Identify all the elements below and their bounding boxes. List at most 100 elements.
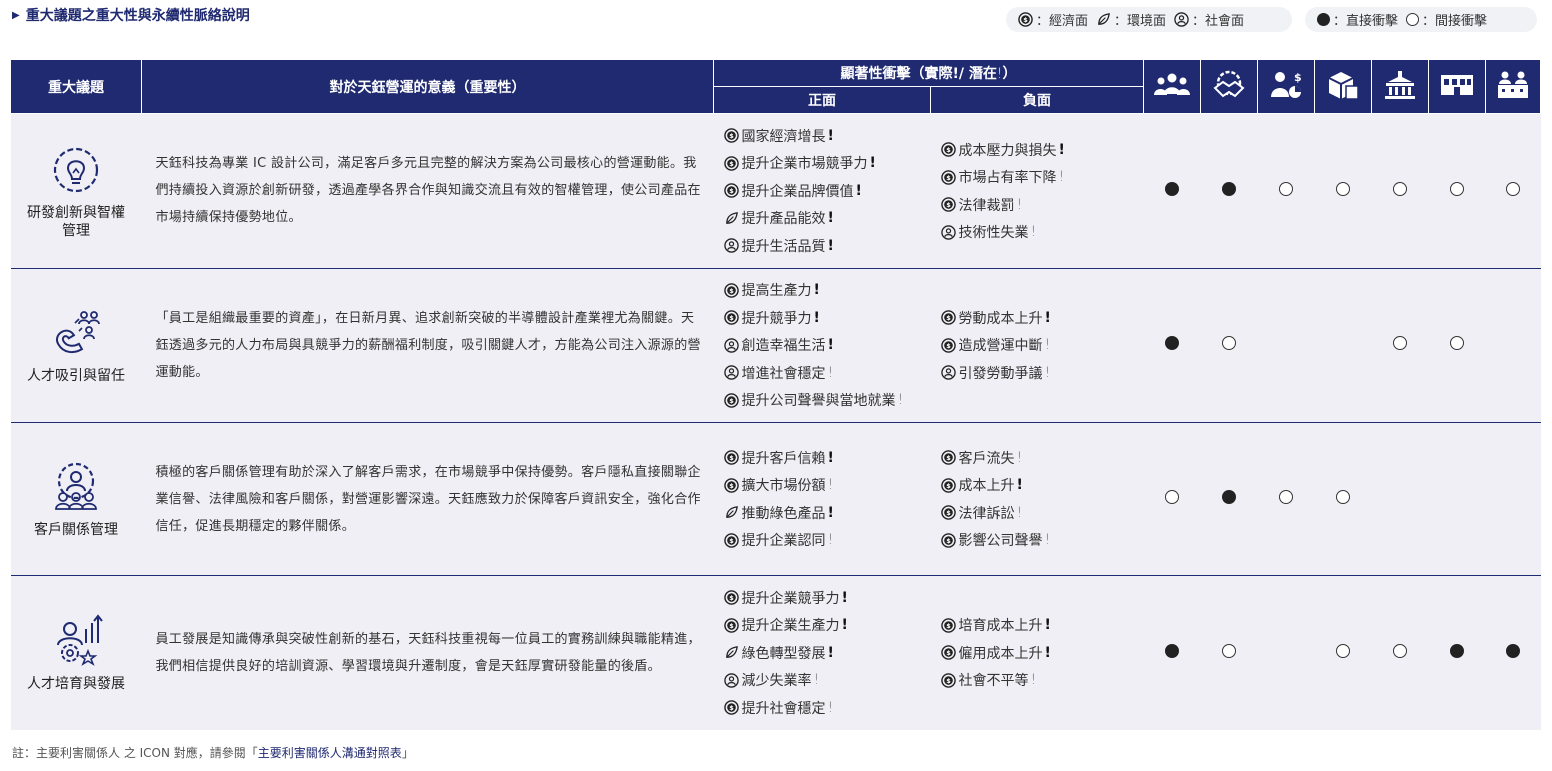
impact-text: 提升企業品牌價值 (741, 183, 854, 200)
impact-text: 提升客戶信賴 (741, 450, 826, 467)
filled-dot-icon (1317, 13, 1330, 26)
lightbulb-gear-icon (48, 142, 104, 198)
impact-text: 增進社會穩定 (741, 365, 826, 382)
stakeholder-impact-cell (1143, 113, 1201, 269)
issue-name: 人才培育與發展 (27, 675, 125, 692)
negative-impact-item: $ 成本壓力與損失! (940, 136, 1144, 164)
potential-impact-icon: ! (827, 364, 834, 381)
impact-text: 社會不平等 (958, 673, 1029, 690)
section-title: ▶ 重大議題之重大性與永續性脈絡說明 (12, 5, 250, 25)
dollar-circle-icon: $ (723, 590, 739, 606)
svg-text:$: $ (729, 537, 734, 545)
svg-text:$: $ (729, 187, 734, 195)
dollar-circle-icon: $ (723, 700, 739, 716)
header-negative: 負面 (929, 86, 1145, 114)
actual-impact-icon: ! (869, 155, 876, 172)
stakeholder-impact-cell (1485, 268, 1541, 423)
svg-text:$: $ (729, 594, 734, 602)
stakeholder-impact-cell (1257, 422, 1315, 576)
direct-impact-dot (1165, 181, 1180, 196)
positive-impact-cell: $ 國家經濟增長! $ 提升企業市場競爭力! $ 提升企業品牌價值! 提升產品能效! 提升生活… (713, 113, 931, 269)
stakeholder-impact-cell (1314, 268, 1372, 423)
leaf-icon (724, 211, 739, 226)
negative-impact-item: $ 社會不平等! (940, 667, 1144, 695)
negative-impact-item: $ 客戶流失! (940, 444, 1144, 472)
stakeholder-table-link[interactable]: 主要利害關係人溝通對照表 (258, 746, 402, 760)
indirect-impact-dot (1506, 181, 1521, 196)
negative-impact-cell: $ 成本壓力與損失! $ 市場占有率下降! $ 法律裁罰! 技術性失業! (930, 113, 1144, 269)
svg-text:$: $ (729, 704, 734, 712)
positive-impact-item: 增進社會穩定! (723, 359, 931, 387)
positive-impact-item: $ 提升客戶信賴! (723, 444, 931, 472)
indirect-impact-dot (1336, 181, 1351, 196)
stakeholder-government-icon (1371, 59, 1430, 114)
stakeholder-impact-cell (1428, 575, 1486, 730)
dollar-circle-icon: $ (940, 672, 956, 688)
stakeholder-impact-cell (1371, 113, 1429, 269)
triangle-bullet-icon: ▶ (12, 9, 20, 21)
dollar-circle-icon: $ (723, 477, 739, 493)
potential-impact-icon: ! (827, 532, 834, 549)
issue-cell: 人才吸引與留任 (10, 268, 142, 423)
issue-cell: 人才培育與發展 (10, 575, 142, 730)
positive-impact-item: 創造幸福生活! (723, 332, 931, 360)
positive-impact-item: $ 提升企業市場競爭力! (723, 150, 931, 178)
svg-text:$: $ (946, 482, 951, 490)
impact-text: 擴大市場份額 (741, 478, 826, 495)
impact-text: 減少失業率 (741, 673, 812, 690)
indirect-impact-dot (1450, 336, 1465, 351)
potential-impact-icon: ! (1016, 504, 1023, 521)
dollar-circle-icon: $ (940, 477, 956, 493)
svg-text:$: $ (729, 160, 734, 168)
stakeholder-impact-cell (1143, 422, 1201, 576)
stakeholder-impact-cell (1371, 268, 1429, 423)
stakeholder-customers-icon (1200, 59, 1259, 114)
impact-text: 提高生產力 (741, 283, 812, 300)
category-legend: $ ：經濟面 ：環境面 ：社會面 (1006, 7, 1292, 32)
leaf-icon (1096, 12, 1111, 27)
indirect-impact-dot (1450, 181, 1465, 196)
actual-impact-icon: ! (827, 337, 834, 354)
issue-row: 人才吸引與留任 「員工是組織最重要的資產」，在日新月異、追求創新突破的半導體設計產… (10, 268, 1541, 423)
impact-text: 法律裁罰 (958, 197, 1015, 214)
issue-cell: 客戶關係管理 (10, 422, 142, 576)
potential-impact-icon: ! (1058, 169, 1065, 185)
header-impact: 顯著性衝擊（實際!/ 潛在!） (712, 59, 1145, 87)
stakeholder-community-icon (1428, 59, 1487, 114)
impact-text: 創造幸福生活 (741, 338, 826, 355)
potential-impact-icon: ! (827, 699, 834, 716)
positive-impact-item: 推動綠色產品! (724, 499, 931, 527)
legend-category-item: ：社會面 (1174, 10, 1244, 29)
svg-text:$: $ (729, 454, 734, 462)
svg-text:$: $ (946, 537, 951, 545)
dollar-circle-icon: $ (940, 505, 956, 521)
direct-impact-dot (1165, 643, 1180, 658)
negative-impact-item: $ 市場占有率下降! (940, 163, 1144, 191)
stakeholder-impact-cell (1200, 422, 1258, 576)
indirect-impact-dot (1393, 643, 1408, 658)
legend-category-label: ：環境面 (1114, 14, 1167, 29)
impact-text: 勞動成本上升 (958, 310, 1043, 327)
dollar-circle-icon: $ (723, 617, 739, 633)
svg-text:$: $ (1294, 71, 1302, 84)
header-meaning: 對於天鈺營運的意義（重要性） (141, 59, 714, 114)
positive-impact-item: $ 提升社會穩定! (723, 694, 931, 722)
stakeholder-investors-icon: $ (1257, 59, 1316, 114)
potential-impact-icon: ! (827, 477, 834, 494)
issue-row: 研發創新與智權管理 天鈺科技為專業 IC 設計公司，滿足客戶多元且完整的解決方案為… (10, 113, 1541, 269)
svg-text:$: $ (729, 622, 734, 630)
materiality-table: 重大議題 對於天鈺營運的意義（重要性） 顯著性衝擊（實際!/ 潛在!） $ 正面… (10, 59, 1542, 730)
impact-text: 提升競爭力 (741, 310, 812, 327)
stakeholder-impact-cell (1371, 575, 1429, 730)
impact-text: 成本上升 (958, 478, 1015, 495)
svg-text:$: $ (946, 622, 951, 630)
dollar-circle-icon: $ (723, 183, 739, 199)
impact-text: 提升企業認同 (741, 533, 826, 550)
person-circle-icon (723, 365, 739, 380)
impact-text: 市場占有率下降 (958, 170, 1057, 186)
legend-impact-label: ：間接衝擊 (1422, 14, 1488, 29)
indirect-impact-dot (1393, 181, 1408, 196)
negative-impact-item: $ 僱用成本上升! (940, 639, 1144, 667)
stakeholder-impact-cell (1200, 268, 1258, 423)
dollar-circle-icon: $ (723, 450, 739, 466)
